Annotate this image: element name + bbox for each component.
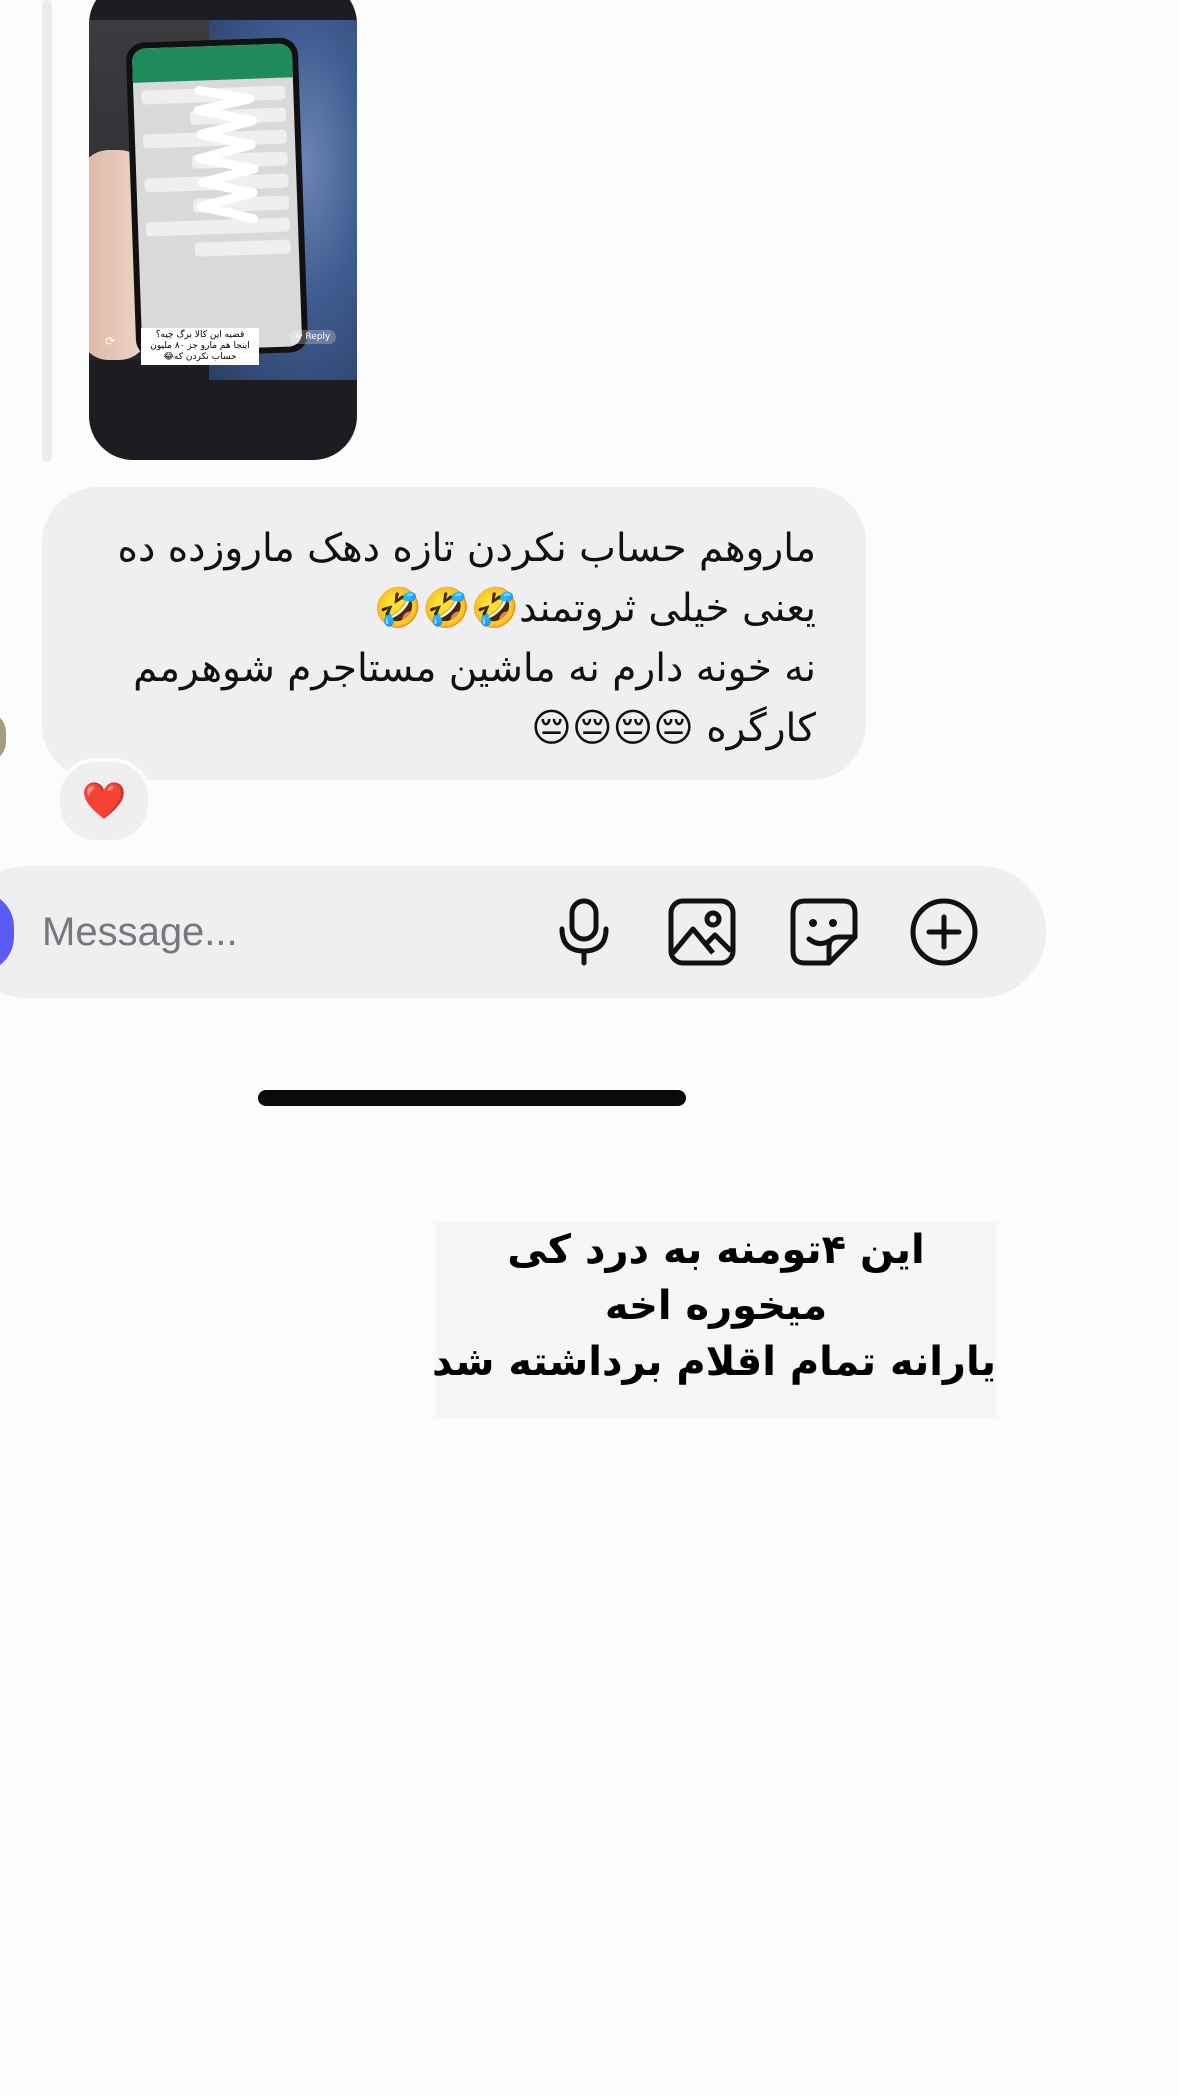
overlay-text-line: این ۴تومنه به درد کی	[507, 1227, 925, 1273]
message-line: نه خونه دارم نه ماشین مستاجرم شوهرمم	[133, 646, 816, 691]
reply-thread-line	[42, 0, 52, 462]
caption-line: حساب نکردن که😂	[163, 352, 237, 362]
overlay-text: این ۴تومنه به درد کی میخوره اخه یارانه ت…	[431, 1222, 996, 1418]
overlay-text-line: یارانه تمام اقلام برداشته شد	[431, 1339, 996, 1385]
scribble-redaction	[193, 86, 259, 224]
caption-line: قضیه این کالا برگ چیه؟	[155, 330, 245, 340]
thumbnail-caption: قضیه این کالا برگ چیه؟ اینجا هم مارو جز …	[141, 328, 259, 365]
heart-reaction[interactable]: ❤️	[56, 758, 152, 844]
chat-screen: ⟳ قضیه این کالا برگ چیه؟ اینجا هم مارو ج…	[0, 0, 1179, 2096]
message-bubble[interactable]: ماروهم حساب نکردن تازه دهک ماروزده ده یع…	[42, 487, 866, 780]
message-line: کارگره 😔😔😔😔	[531, 706, 816, 751]
avatar[interactable]	[0, 712, 6, 762]
heart-icon: ❤️	[81, 781, 127, 822]
reply-chip: ↩ Reply	[289, 330, 337, 344]
refresh-icon: ⟳	[105, 334, 116, 348]
message-line: ماروهم حساب نکردن تازه دهک ماروزده ده	[117, 526, 816, 571]
plus-circle-icon[interactable]	[906, 894, 982, 970]
home-indicator[interactable]	[258, 1090, 686, 1106]
image-icon[interactable]	[664, 894, 740, 970]
thumbnail-chat-header	[131, 43, 293, 83]
caption-line: اینجا هم مارو جز ۸۰ ملیون	[150, 341, 250, 351]
overlay-text-line: میخوره اخه	[604, 1283, 828, 1329]
thumbnail-chat-row	[194, 239, 291, 257]
message-input[interactable]	[42, 900, 522, 964]
microphone-icon[interactable]	[546, 894, 622, 970]
thumbnail-phone	[125, 37, 309, 358]
sticker-icon[interactable]	[786, 894, 862, 970]
shared-post-thumbnail[interactable]: ⟳ قضیه این کالا برگ چیه؟ اینجا هم مارو ج…	[89, 0, 357, 460]
message-line: یعنی خیلی ثروتمند🤣🤣🤣	[373, 586, 816, 631]
